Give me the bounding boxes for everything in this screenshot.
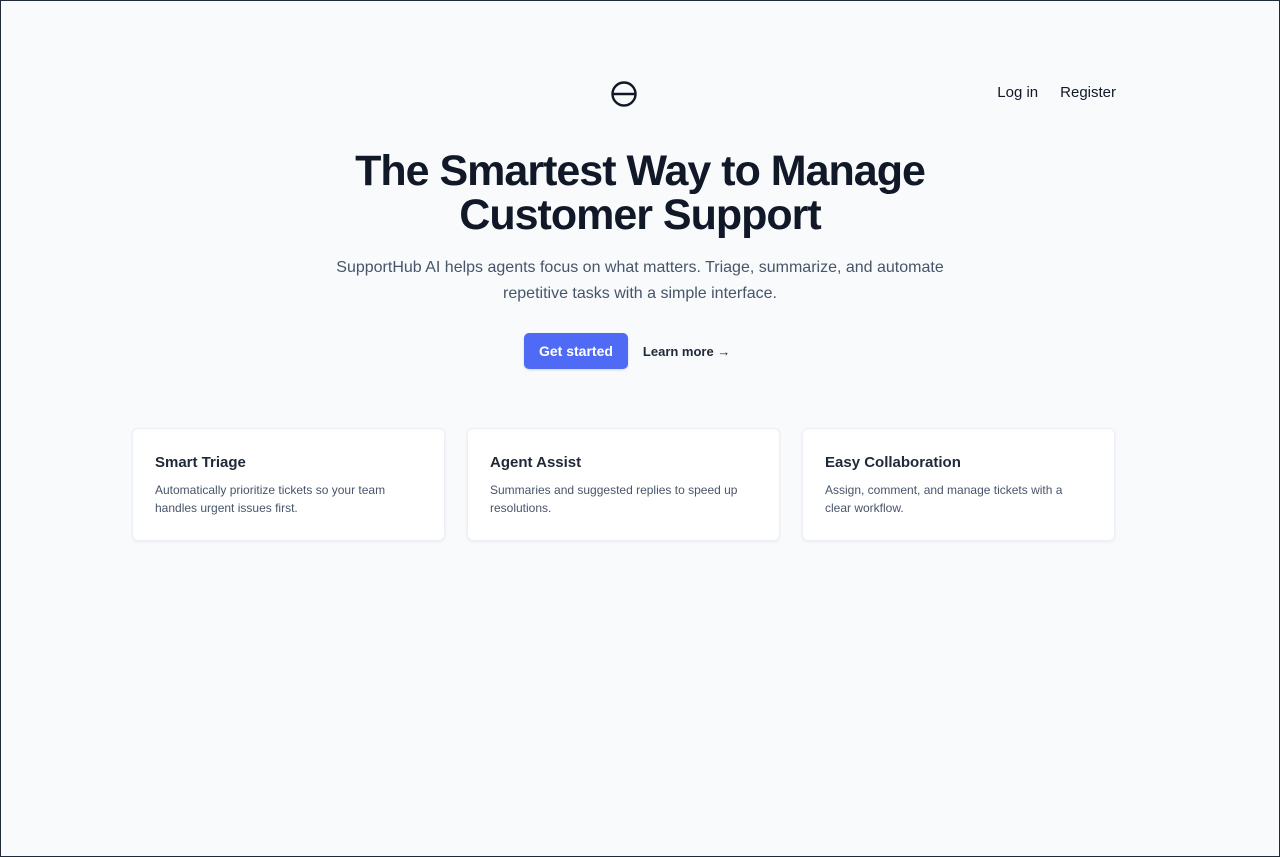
feature-card-description: Assign, comment, and manage tickets with… xyxy=(825,483,1063,515)
feature-card-agent-assist: Agent Assist Summaries and suggested rep… xyxy=(467,428,780,541)
register-link[interactable]: Register xyxy=(1060,84,1116,101)
cta-group: Get started Learn more → xyxy=(524,333,730,369)
feature-card-description: Summaries and suggested replies to speed… xyxy=(490,483,738,515)
feature-card-title: Smart Triage xyxy=(155,454,246,471)
feature-card-description: Automatically prioritize tickets so your… xyxy=(155,483,386,515)
feature-card-easy-collaboration: Easy Collaboration Assign, comment, and … xyxy=(802,428,1115,541)
logo-icon[interactable] xyxy=(610,80,638,108)
login-link[interactable]: Log in xyxy=(997,84,1038,101)
learn-more-link[interactable]: Learn more → xyxy=(643,344,730,359)
feature-card-title: Agent Assist xyxy=(490,454,582,471)
feature-card-smart-triage: Smart Triage Automatically prioritize ti… xyxy=(132,428,445,541)
hero-section: The Smartest Way to Manage Customer Supp… xyxy=(1,149,1279,307)
top-nav: Log in Register xyxy=(997,84,1116,101)
feature-card-title: Easy Collaboration xyxy=(825,454,961,471)
hero-subtitle: SupportHub AI helps agents focus on what… xyxy=(336,259,944,302)
hero-title: The Smartest Way to Manage Customer Supp… xyxy=(355,147,926,239)
get-started-button[interactable]: Get started xyxy=(524,333,628,369)
feature-cards: Smart Triage Automatically prioritize ti… xyxy=(132,428,1115,541)
